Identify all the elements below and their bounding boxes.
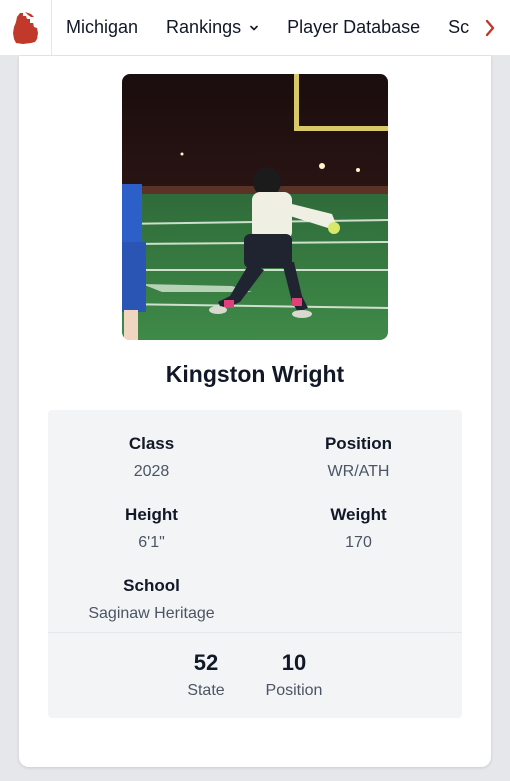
state-rank-value: 52 [193, 650, 219, 675]
state-rank-label: State [187, 682, 225, 699]
chevron-down-icon [250, 25, 258, 30]
position-value: WR/ATH [327, 463, 390, 480]
nav-item-label: Michigan [66, 17, 139, 37]
nav-item-label: Sc [448, 17, 470, 37]
weight-label: Weight [330, 505, 387, 524]
divider [48, 632, 462, 633]
nav-item-label: Player Database [287, 17, 421, 37]
height-value: 6'1" [138, 534, 165, 551]
nav-item-label: Rankings [166, 17, 242, 37]
nav-menu: Michigan Rankings Player Database Sc [52, 0, 483, 55]
nav-item-player-database[interactable]: Player Database [273, 17, 434, 38]
player-photo [122, 74, 388, 340]
height-stat: Height 6'1" [48, 505, 255, 552]
nav-scroll-right-button[interactable] [470, 0, 510, 55]
position-rank-value: 10 [281, 650, 307, 675]
height-label: Height [125, 505, 178, 524]
class-stat: Class 2028 [48, 434, 255, 481]
school-value: Saginaw Heritage [88, 605, 215, 622]
weight-stat: Weight 170 [255, 505, 462, 552]
nav-item-rankings[interactable]: Rankings [152, 17, 273, 38]
class-label: Class [128, 434, 175, 453]
class-value: 2028 [133, 463, 170, 480]
top-nav: Michigan Rankings Player Database Sc [0, 0, 510, 56]
nav-item-michigan[interactable]: Michigan [52, 17, 152, 38]
player-name: Kingston Wright [165, 361, 345, 387]
player-details: Class 2028 Position WR/ATH Height 6'1" W… [48, 410, 462, 718]
chevron-right-icon [485, 19, 495, 37]
home-logo-link[interactable] [0, 0, 52, 55]
school-stat: School Saginaw Heritage [48, 576, 255, 623]
position-stat: Position WR/ATH [255, 434, 462, 481]
player-card: Kingston Wright Class 2028 Position WR/A… [19, 56, 491, 767]
michigan-state-icon [12, 11, 38, 44]
school-label: School [123, 576, 180, 595]
position-label: Position [324, 434, 393, 453]
position-rank-label: Position [265, 682, 323, 699]
football-player-photo [122, 74, 388, 340]
position-rank: 10 Position [244, 650, 344, 700]
state-rank: 52 State [156, 650, 256, 700]
weight-value: 170 [345, 534, 372, 551]
